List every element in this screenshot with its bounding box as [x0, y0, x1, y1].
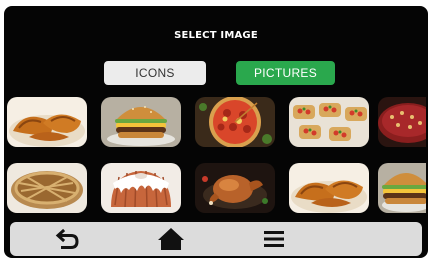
- home-icon: [158, 228, 184, 250]
- page-title: SELECT IMAGE: [174, 30, 258, 41]
- screen: SELECT IMAGE ICONS PICTURES: [0, 0, 432, 263]
- croissants-image: [289, 163, 369, 213]
- picture-roast-chicken[interactable]: [195, 163, 275, 213]
- menu-button[interactable]: [252, 222, 296, 256]
- picture-burger[interactable]: [101, 97, 181, 147]
- burger-image: [101, 97, 181, 147]
- bundt-cake-image: [101, 163, 181, 213]
- roast-chicken-image: [195, 163, 275, 213]
- picture-cake[interactable]: [378, 97, 426, 147]
- back-button[interactable]: [46, 222, 90, 256]
- burger-image: [378, 163, 426, 213]
- cake-image: [378, 97, 426, 147]
- image-selection-panel: SELECT IMAGE ICONS PICTURES: [4, 6, 428, 258]
- menu-icon: [264, 231, 284, 247]
- picture-pizza[interactable]: [195, 97, 275, 147]
- picture-croissants-2[interactable]: [289, 163, 369, 213]
- icons-tab[interactable]: ICONS: [104, 61, 206, 85]
- picture-pie[interactable]: [7, 163, 87, 213]
- home-button[interactable]: [149, 222, 193, 256]
- pie-image: [7, 163, 87, 213]
- pizza-image: [195, 97, 275, 147]
- bruschetta-image: [289, 97, 369, 147]
- picture-croissants[interactable]: [7, 97, 87, 147]
- back-icon: [55, 228, 79, 249]
- picture-bruschetta[interactable]: [289, 97, 369, 147]
- croissants-image: [7, 97, 87, 147]
- bottom-nav-bar: [10, 222, 422, 256]
- picture-burger-2[interactable]: [378, 163, 426, 213]
- pictures-tab[interactable]: PICTURES: [236, 61, 335, 85]
- picture-bundt-cake[interactable]: [101, 163, 181, 213]
